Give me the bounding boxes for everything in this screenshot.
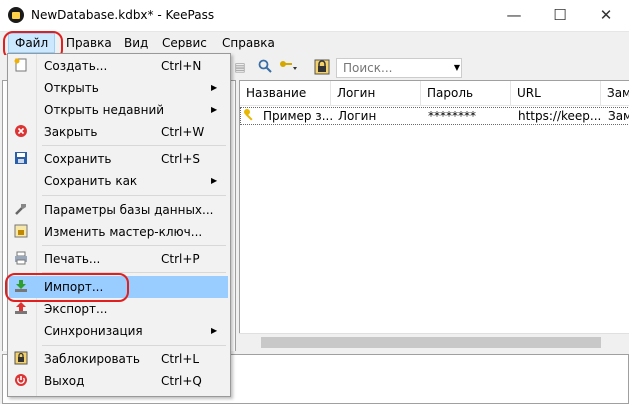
- submenu-arrow-icon: ▶: [211, 176, 218, 185]
- menu-help[interactable]: Справка: [216, 34, 281, 52]
- import-icon: [13, 279, 29, 295]
- list-header: Название Логин Пароль URL Зам: [240, 81, 629, 106]
- print-icon: [13, 251, 29, 267]
- close-db-icon: [13, 124, 29, 140]
- menu-file[interactable]: Файл: [8, 33, 56, 53]
- menu-item-open[interactable]: Открыть ▶: [9, 77, 228, 99]
- key-tool-icon[interactable]: [279, 59, 297, 75]
- lock-workspace-icon[interactable]: [314, 59, 330, 75]
- window-title: NewDatabase.kdbx* - KeePass: [31, 8, 215, 22]
- menu-item-exit[interactable]: Выход Ctrl+Q: [9, 370, 228, 392]
- entry-url: https://keep...: [518, 109, 602, 123]
- save-icon: [13, 151, 29, 167]
- menu-item-db-settings[interactable]: Параметры базы данных...: [9, 199, 228, 221]
- file-menu-dropdown: Создать... Ctrl+N Открыть ▶ Открыть неда…: [7, 53, 231, 397]
- menu-item-open-recent[interactable]: Открыть недавний ▶: [9, 99, 228, 121]
- menu-separator: [42, 345, 226, 346]
- db-settings-icon: [13, 202, 29, 218]
- column-title[interactable]: Название: [240, 81, 331, 105]
- entry-password: ********: [428, 109, 476, 123]
- export-icon: [13, 301, 29, 317]
- lock-icon: [13, 351, 29, 367]
- column-url[interactable]: URL: [511, 81, 601, 105]
- keepass-app-icon: [8, 7, 24, 23]
- menu-item-save[interactable]: Сохранить Ctrl+S: [9, 148, 228, 170]
- minimize-button[interactable]: —: [491, 0, 537, 31]
- title-bar: NewDatabase.kdbx* - KeePass — ☐ ✕: [0, 0, 629, 32]
- submenu-arrow-icon: ▶: [211, 83, 218, 92]
- menu-bar: Файл Правка Вид Сервис Справка: [0, 32, 629, 54]
- horizontal-scrollbar[interactable]: [239, 333, 629, 351]
- entry-login: Логин: [338, 109, 377, 123]
- new-db-icon: [13, 58, 29, 74]
- entry-notes: Зам: [608, 109, 629, 123]
- search-dropdown-icon[interactable]: ▼: [451, 58, 463, 78]
- submenu-arrow-icon: ▶: [211, 326, 218, 335]
- column-notes[interactable]: Зам: [601, 81, 629, 105]
- menu-item-change-master-key[interactable]: Изменить мастер-ключ...: [9, 221, 228, 243]
- maximize-button[interactable]: ☐: [537, 0, 583, 31]
- menu-item-new[interactable]: Создать... Ctrl+N: [9, 55, 228, 77]
- find-icon[interactable]: [257, 59, 273, 75]
- search-input[interactable]: Поиск...: [336, 58, 462, 78]
- scrollbar-thumb[interactable]: [261, 337, 601, 348]
- menu-separator: [42, 245, 226, 246]
- menu-item-print[interactable]: Печать... Ctrl+P: [9, 248, 228, 270]
- menu-view[interactable]: Вид: [118, 34, 154, 52]
- entry-key-icon: [243, 108, 257, 124]
- menu-item-lock[interactable]: Заблокировать Ctrl+L: [9, 348, 228, 370]
- close-button[interactable]: ✕: [583, 0, 629, 31]
- menu-item-save-as[interactable]: Сохранить как ▶: [9, 170, 228, 192]
- menu-item-import[interactable]: Импорт...: [9, 276, 228, 298]
- menu-item-synchronize[interactable]: Синхронизация ▶: [9, 320, 228, 342]
- menu-item-export[interactable]: Экспорт...: [9, 298, 228, 320]
- exit-icon: [13, 373, 29, 389]
- submenu-arrow-icon: ▶: [211, 105, 218, 114]
- menu-separator: [42, 145, 226, 146]
- print-toolbar-icon[interactable]: ▤: [232, 59, 248, 75]
- menu-tools[interactable]: Сервис: [156, 34, 213, 52]
- entries-list[interactable]: Название Логин Пароль URL Зам Пример з..…: [239, 80, 629, 352]
- menu-separator: [42, 272, 226, 273]
- entry-title: Пример з...: [263, 109, 332, 123]
- menu-edit[interactable]: Правка: [60, 34, 118, 52]
- column-login[interactable]: Логин: [331, 81, 421, 105]
- column-password[interactable]: Пароль: [421, 81, 511, 105]
- menu-item-close[interactable]: Закрыть Ctrl+W: [9, 121, 228, 143]
- menu-separator: [42, 195, 226, 196]
- table-row[interactable]: Пример з... Логин ******** https://keep.…: [240, 107, 629, 125]
- master-key-icon: [13, 224, 29, 240]
